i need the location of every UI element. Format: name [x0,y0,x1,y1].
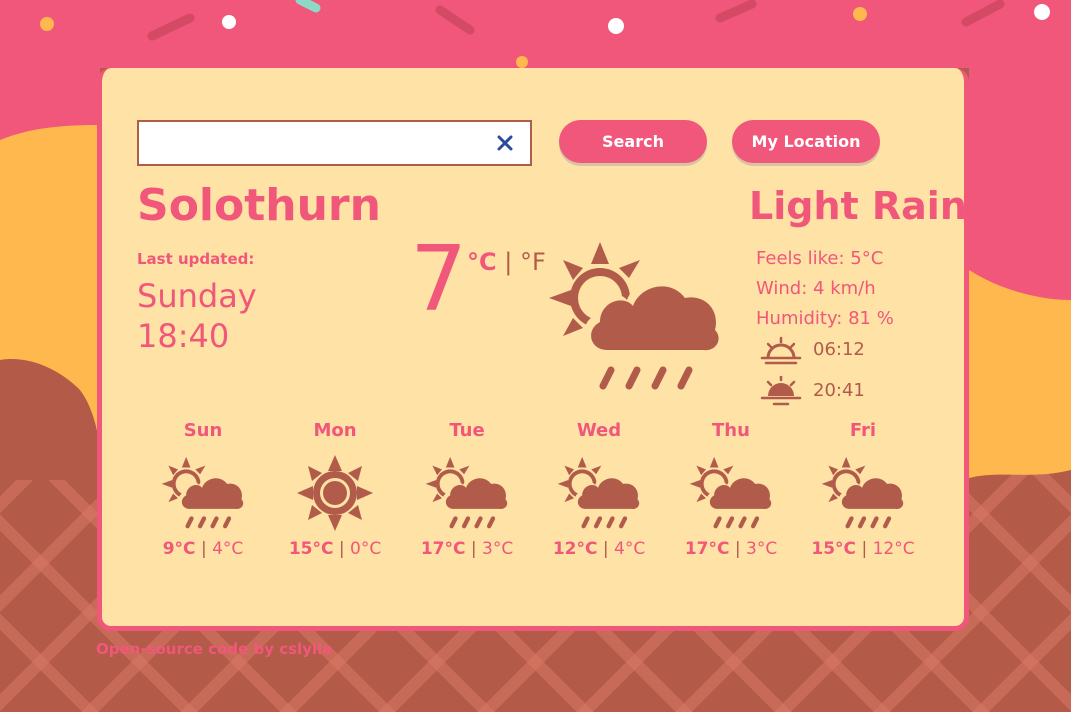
my-location-button[interactable]: My Location [732,120,880,163]
forecast-temps: 15°C | 12°C [811,539,915,559]
humidity: Humidity: 81 % [756,308,894,329]
forecast-low: 3°C [746,539,778,559]
forecast-high: 15°C [811,539,857,559]
forecast-day: Fri 15°C | 12°C [808,420,918,559]
unit-separator: | [504,248,513,276]
forecast-low: 3°C [482,539,514,559]
forecast-high: 15°C [288,539,334,559]
search-input[interactable] [139,122,499,164]
fahrenheit-link[interactable]: °F [520,248,546,276]
sun-cloud-rain-icon [549,242,719,390]
unit-switch: °C | °F [467,248,546,276]
sun-icon [297,455,373,531]
sun-cloud-rain-icon [689,456,772,529]
forecast-day: Tue 17°C | 3°C [412,420,522,559]
forecast-day-name: Tue [449,420,485,441]
forecast-temps: 9°C | 4°C [162,539,244,559]
updated-day: Sunday [137,277,257,315]
forecast-temps: 15°C | 0°C [288,539,382,559]
forecast-high: 9°C [162,539,196,559]
clear-icon[interactable] [496,134,514,152]
forecast-day-name: Fri [849,420,877,441]
forecast-low: 12°C [872,539,915,559]
forecast-day-name: Mon [313,420,357,441]
sunrise-icon [760,336,802,365]
forecast-day-name: Thu [712,420,750,441]
sunset-time: 20:41 [813,380,865,401]
sun-cloud-rain-icon [161,456,244,529]
last-updated-label: Last updated: [137,250,255,268]
sunrise-time: 06:12 [813,339,865,360]
forecast-day-name: Wed [576,420,622,441]
feels-like: Feels like: 5°C [756,248,884,269]
weather-condition: Light Rain [749,184,967,228]
sunset-icon [760,376,802,406]
forecast-low: 0°C [350,539,382,559]
search-button[interactable]: Search [559,120,707,163]
city-name: Solothurn [137,180,381,231]
footer-credit-link[interactable]: Open-source code by cslylla [96,640,332,658]
forecast-day: Thu 17°C | 3°C [676,420,786,559]
forecast-high: 12°C [552,539,598,559]
forecast-temps: 17°C | 3°C [684,539,778,559]
forecast-temps: 12°C | 4°C [552,539,646,559]
sun-cloud-rain-icon [425,456,508,529]
forecast-day: Mon 15°C | 0°C [280,420,390,559]
forecast-day: Sun 9°C | 4°C [148,420,258,559]
sun-cloud-rain-icon [557,456,640,529]
celsius-link[interactable]: °C [467,248,497,276]
updated-time: 18:40 [137,317,230,355]
forecast-temps: 17°C | 3°C [420,539,514,559]
forecast-low: 4°C [212,539,244,559]
forecast-day-name: Sun [183,420,223,441]
wind: Wind: 4 km/h [756,278,876,299]
forecast-high: 17°C [420,539,466,559]
forecast-day: Wed 12°C | 4°C [544,420,654,559]
search-field[interactable] [137,120,532,166]
forecast-high: 17°C [684,539,730,559]
sun-cloud-rain-icon [821,456,904,529]
forecast-low: 4°C [614,539,646,559]
current-temperature: 7 [410,227,468,332]
